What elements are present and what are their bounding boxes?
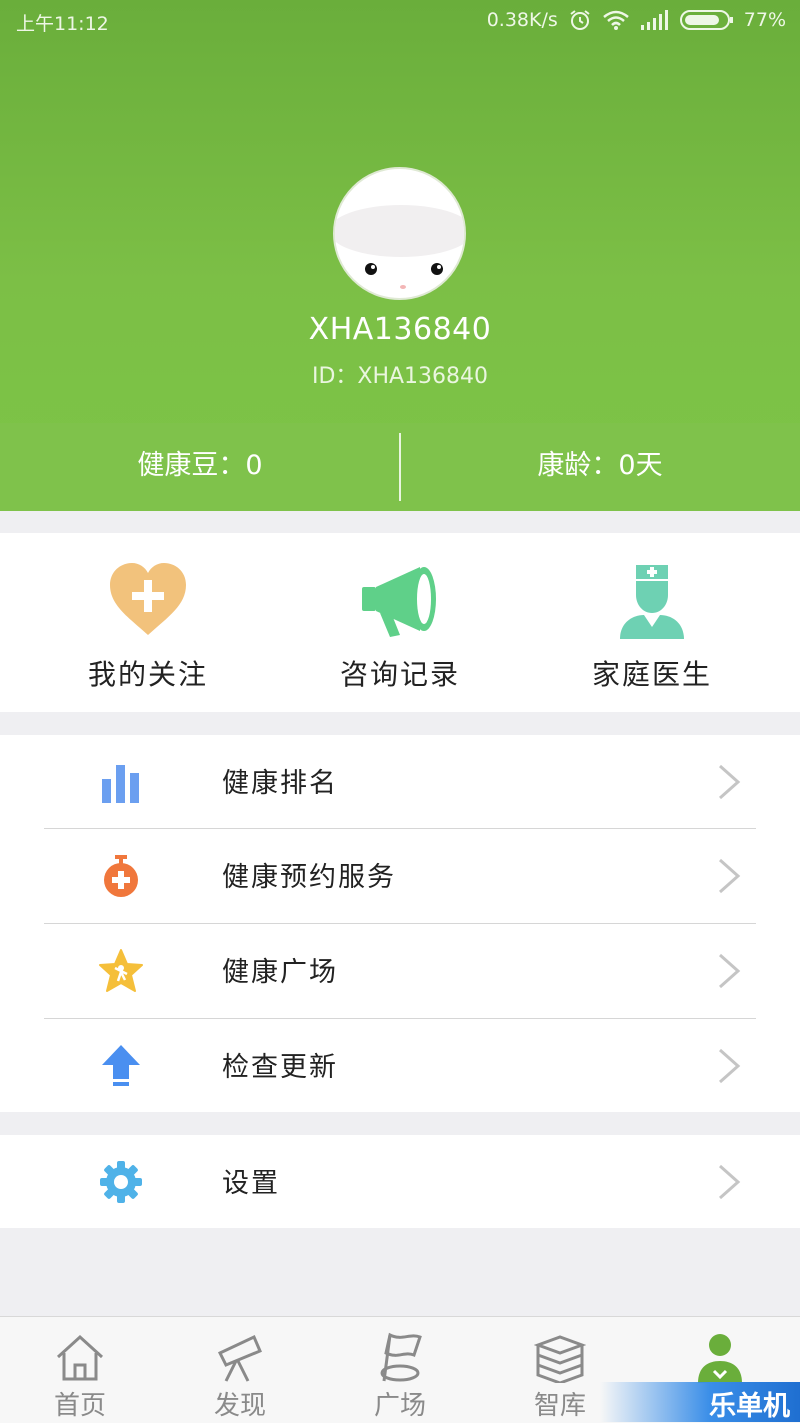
signal-icon	[640, 10, 668, 30]
quick-action-label: 咨询记录	[339, 658, 460, 691]
tab-label: 首页	[53, 1391, 106, 1421]
quick-action-follow[interactable]: 我的关注	[15, 533, 281, 712]
menu-item-check-update[interactable]: 检查更新	[0, 1019, 800, 1113]
menu-list: 健康排名 健康预约服务 健康广场 检查更新	[0, 735, 800, 1112]
bar-chart-icon	[102, 765, 139, 803]
health-age-stat[interactable]: 康龄：0天	[400, 423, 800, 511]
chevron-right-icon	[719, 1048, 741, 1084]
tab-home[interactable]: 首页	[0, 1317, 160, 1423]
tab-discover[interactable]: 发现	[160, 1317, 320, 1423]
menu-item-label: 设置	[222, 1168, 280, 1199]
username: XHA136840	[308, 312, 492, 347]
quick-actions: 我的关注 咨询记录 家庭医生	[0, 533, 800, 712]
telescope-icon	[217, 1334, 262, 1382]
menu-item-label: 健康排名	[222, 768, 338, 799]
quick-action-label: 我的关注	[87, 658, 208, 691]
watermark-text: 乐单机	[709, 1391, 790, 1422]
chevron-right-icon	[719, 858, 741, 894]
status-icons: 0.38K/s 77%	[487, 8, 786, 32]
star-icon	[99, 949, 143, 992]
menu-item-settings[interactable]: 设置	[0, 1135, 800, 1229]
avatar[interactable]	[333, 167, 466, 300]
status-time: 上午11:12	[16, 13, 109, 35]
battery-percent: 77%	[743, 9, 786, 31]
stopwatch-plus-icon	[104, 855, 138, 897]
books-icon	[534, 1335, 586, 1383]
tab-label: 广场	[373, 1391, 426, 1421]
menu-item-label: 健康广场	[222, 957, 338, 988]
menu-item-health-ranking[interactable]: 健康排名	[0, 735, 800, 829]
battery-icon	[679, 10, 733, 30]
menu-item-label: 健康预约服务	[222, 862, 396, 893]
menu-item-label: 检查更新	[222, 1052, 338, 1083]
quick-action-family-doctor[interactable]: 家庭医生	[519, 533, 785, 712]
menu-item-health-square[interactable]: 健康广场	[0, 924, 800, 1018]
alarm-icon	[570, 10, 590, 30]
profile-header: 上午11:12 0.38K/s 77% XHA136840 ID：XHA1368…	[0, 0, 800, 511]
tab-square[interactable]: 广场	[320, 1317, 480, 1423]
avatar-face-icon	[335, 205, 464, 289]
user-id: ID：XHA136840	[311, 364, 489, 389]
menu-item-health-appointment[interactable]: 健康预约服务	[0, 829, 800, 923]
flag-icon	[380, 1332, 422, 1382]
chevron-right-icon	[719, 1164, 741, 1200]
person-icon	[698, 1334, 742, 1383]
chevron-right-icon	[719, 764, 741, 800]
upload-arrow-icon	[102, 1045, 140, 1086]
tab-label: 发现	[213, 1391, 266, 1421]
wifi-icon	[602, 10, 629, 30]
chevron-right-icon	[719, 953, 741, 989]
quick-action-label: 家庭医生	[591, 658, 712, 691]
network-speed: 0.38K/s	[486, 9, 558, 31]
megaphone-icon	[362, 567, 436, 637]
stats-bar: 健康豆：0 康龄：0天	[0, 423, 800, 511]
heart-plus-icon	[110, 563, 186, 635]
quick-action-consult-history[interactable]: 咨询记录	[267, 533, 533, 712]
health-beans-stat[interactable]: 健康豆：0	[0, 423, 400, 511]
status-bar: 上午11:12 0.38K/s 77%	[0, 0, 800, 42]
home-icon	[56, 1334, 104, 1381]
watermark: 乐单机	[600, 1382, 800, 1422]
gear-icon	[100, 1161, 142, 1203]
settings-section: 设置	[0, 1135, 800, 1228]
nurse-icon	[620, 565, 684, 639]
